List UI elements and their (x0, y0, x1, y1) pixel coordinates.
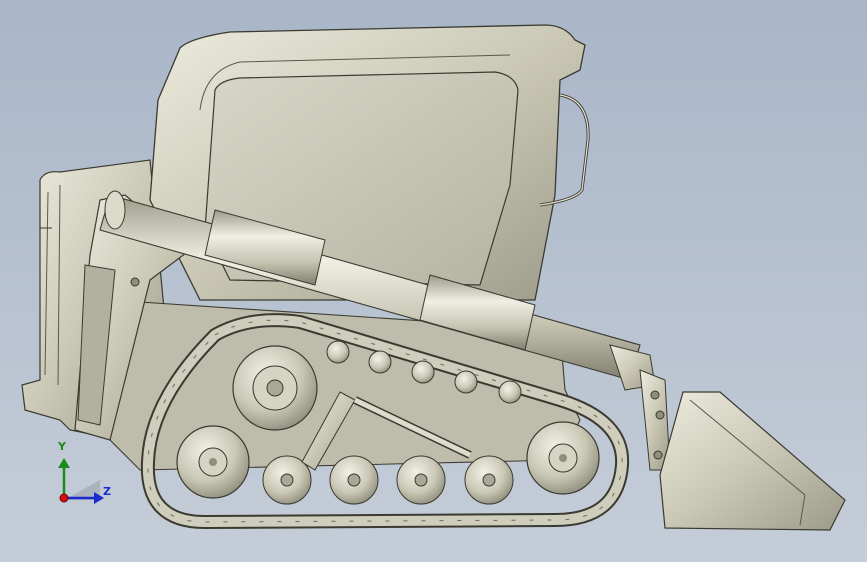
bucket (659, 391, 846, 531)
graphics-viewport[interactable]: Y Z (0, 0, 867, 562)
coordinate-triad: Y Z (40, 440, 120, 520)
triad-axes (58, 458, 104, 504)
rear-idler (526, 421, 600, 495)
z-axis-label: Z (103, 485, 111, 498)
y-axis-label: Y (58, 440, 66, 453)
front-idler (176, 425, 250, 499)
drive-sprocket (232, 345, 318, 431)
track-loader-model[interactable] (0, 0, 867, 562)
